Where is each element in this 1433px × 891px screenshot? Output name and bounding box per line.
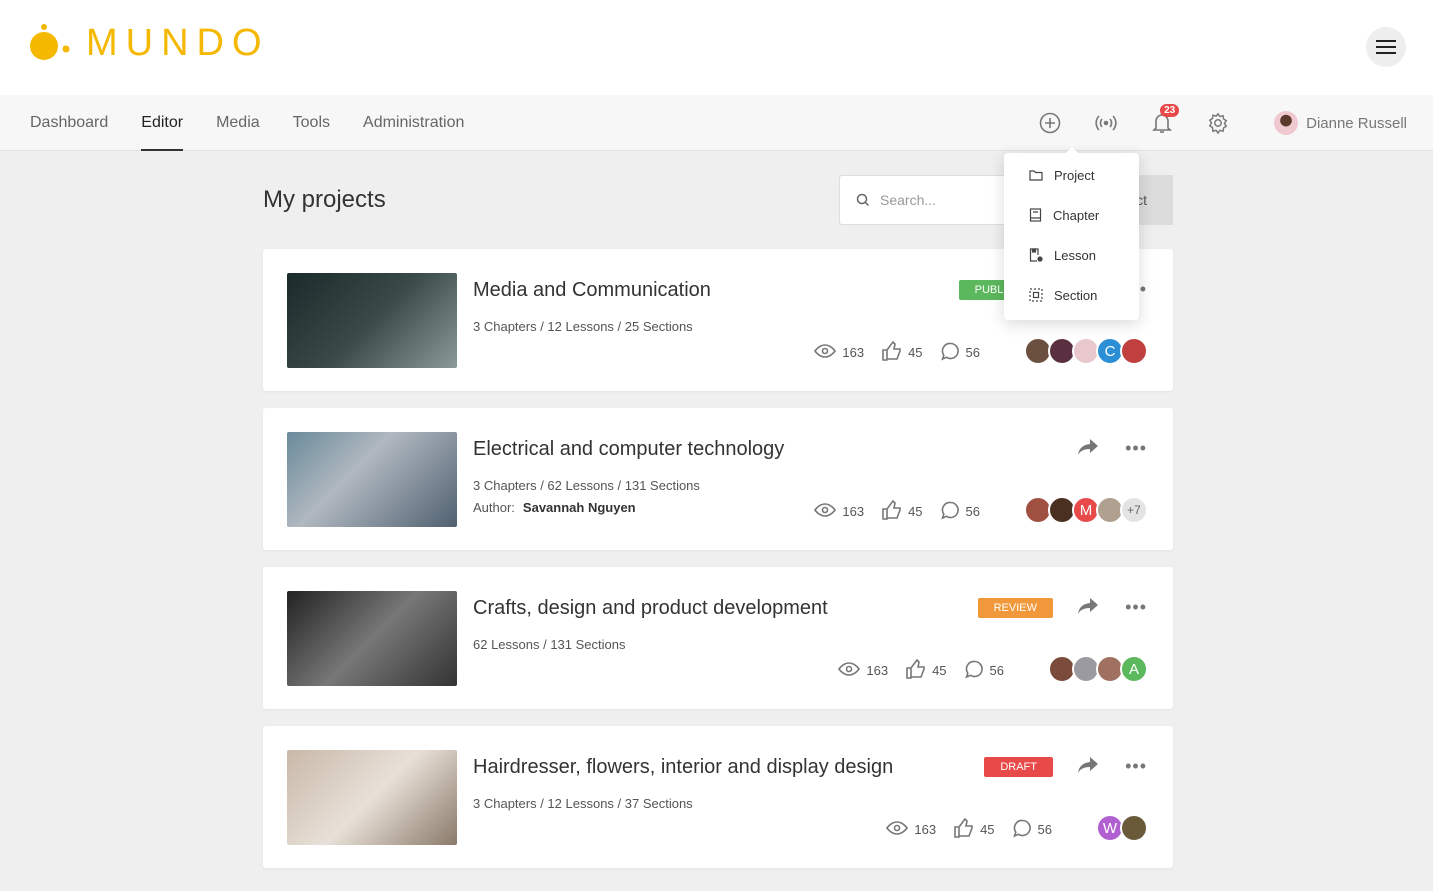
menu-item-chapter[interactable]: Chapter <box>1004 195 1139 235</box>
project-title[interactable]: Crafts, design and product development <box>473 597 828 620</box>
thumbs-up-icon[interactable] <box>882 499 902 523</box>
project-stats: 163 45 56 <box>838 658 1022 682</box>
views-count: 163 <box>866 663 889 678</box>
project-meta: 3 Chapters / 12 Lessons / 25 Sections <box>473 319 693 334</box>
project-stats: 163 45 56 <box>814 340 998 364</box>
nav-tools[interactable]: Tools <box>293 95 330 151</box>
project-meta: 3 Chapters / 12 Lessons / 37 Sections <box>473 796 693 811</box>
thumbs-up-icon[interactable] <box>954 817 974 841</box>
user-menu[interactable]: Dianne Russell <box>1274 111 1407 135</box>
likes-count: 45 <box>908 504 923 519</box>
menu-item-project[interactable]: Project <box>1004 155 1139 195</box>
nav-editor[interactable]: Editor <box>141 95 183 151</box>
sun-logo-icon <box>30 23 70 60</box>
share-icon[interactable] <box>1077 756 1099 779</box>
views-count: 163 <box>914 822 937 837</box>
top-bar: MUNDO <box>0 0 1433 95</box>
more-options-icon[interactable]: ••• <box>1125 756 1147 777</box>
project-author: Author: Savannah Nguyen <box>473 500 636 515</box>
bell-icon[interactable]: 23 <box>1150 104 1180 135</box>
comments-count: 56 <box>1037 822 1052 837</box>
project-card[interactable]: Hairdresser, flowers, interior and displ… <box>263 726 1173 868</box>
avatar[interactable] <box>1120 337 1148 365</box>
main-nav: Dashboard Editor Media Tools Administrat… <box>0 95 1433 151</box>
more-options-icon[interactable]: ••• <box>1125 438 1147 459</box>
project-title[interactable]: Electrical and computer technology <box>473 438 784 461</box>
comments-count: 56 <box>989 663 1004 678</box>
thumbs-up-icon[interactable] <box>882 340 902 364</box>
project-meta: 62 Lessons / 131 Sections <box>473 637 626 652</box>
collaborator-avatars: C <box>1024 337 1148 365</box>
notification-count: 23 <box>1160 104 1180 117</box>
more-avatars-count[interactable]: +7 <box>1120 496 1148 524</box>
project-stats: 163 45 56 <box>814 499 998 523</box>
avatar[interactable]: A <box>1120 655 1148 683</box>
comments-count: 56 <box>965 345 980 360</box>
menu-item-section[interactable]: Section <box>1004 275 1139 315</box>
project-thumbnail[interactable] <box>287 750 457 845</box>
add-circle-icon[interactable] <box>1038 111 1062 135</box>
avatar[interactable] <box>1120 814 1148 842</box>
lesson-icon <box>1029 248 1043 262</box>
gear-icon[interactable] <box>1206 111 1230 135</box>
nav-administration[interactable]: Administration <box>363 95 464 151</box>
likes-count: 45 <box>908 345 923 360</box>
eye-icon <box>814 503 837 520</box>
page-title: My projects <box>263 186 386 213</box>
share-icon[interactable] <box>1077 597 1099 620</box>
share-icon[interactable] <box>1077 438 1099 461</box>
project-stats: 163 45 56 <box>886 817 1070 841</box>
book-icon <box>1029 208 1042 222</box>
comment-icon[interactable] <box>940 342 960 364</box>
hamburger-menu-button[interactable] <box>1366 27 1406 67</box>
status-badge: DRAFT <box>984 757 1053 777</box>
comment-icon[interactable] <box>1012 819 1032 841</box>
broadcast-icon[interactable] <box>1094 111 1118 135</box>
eye-icon <box>838 662 861 679</box>
search-icon <box>856 193 870 207</box>
folder-icon <box>1029 170 1043 181</box>
project-title[interactable]: Hairdresser, flowers, interior and displ… <box>473 756 893 779</box>
create-dropdown-menu: Project Chapter Lesson Section <box>1004 147 1139 320</box>
user-name: Dianne Russell <box>1306 114 1407 132</box>
collaborator-avatars: W <box>1096 814 1148 842</box>
project-meta: 3 Chapters / 62 Lessons / 131 Sections <box>473 478 700 493</box>
project-title[interactable]: Media and Communication <box>473 279 711 302</box>
menu-item-lesson[interactable]: Lesson <box>1004 235 1139 275</box>
more-options-icon[interactable]: ••• <box>1125 597 1147 618</box>
project-thumbnail[interactable] <box>287 591 457 686</box>
comment-icon[interactable] <box>964 660 984 682</box>
likes-count: 45 <box>932 663 947 678</box>
project-thumbnail[interactable] <box>287 432 457 527</box>
section-icon <box>1029 288 1043 302</box>
project-card[interactable]: Electrical and computer technology 3 Cha… <box>263 408 1173 550</box>
search-placeholder: Search... <box>880 192 937 208</box>
comments-count: 56 <box>965 504 980 519</box>
nav-dashboard[interactable]: Dashboard <box>30 95 108 151</box>
logo[interactable]: MUNDO <box>28 22 270 65</box>
nav-media[interactable]: Media <box>216 95 260 151</box>
comment-icon[interactable] <box>940 501 960 523</box>
status-badge: REVIEW <box>977 598 1053 618</box>
views-count: 163 <box>842 504 865 519</box>
avatar <box>1274 111 1299 135</box>
brand-name: MUNDO <box>86 22 270 64</box>
views-count: 163 <box>842 345 865 360</box>
project-thumbnail[interactable] <box>287 273 457 368</box>
eye-icon <box>814 344 837 361</box>
collaborator-avatars: A <box>1048 655 1148 683</box>
likes-count: 45 <box>980 822 995 837</box>
project-card[interactable]: Crafts, design and product development 6… <box>263 567 1173 709</box>
collaborator-avatars: M +7 <box>1024 496 1148 524</box>
eye-icon <box>886 821 909 838</box>
thumbs-up-icon[interactable] <box>906 658 926 682</box>
